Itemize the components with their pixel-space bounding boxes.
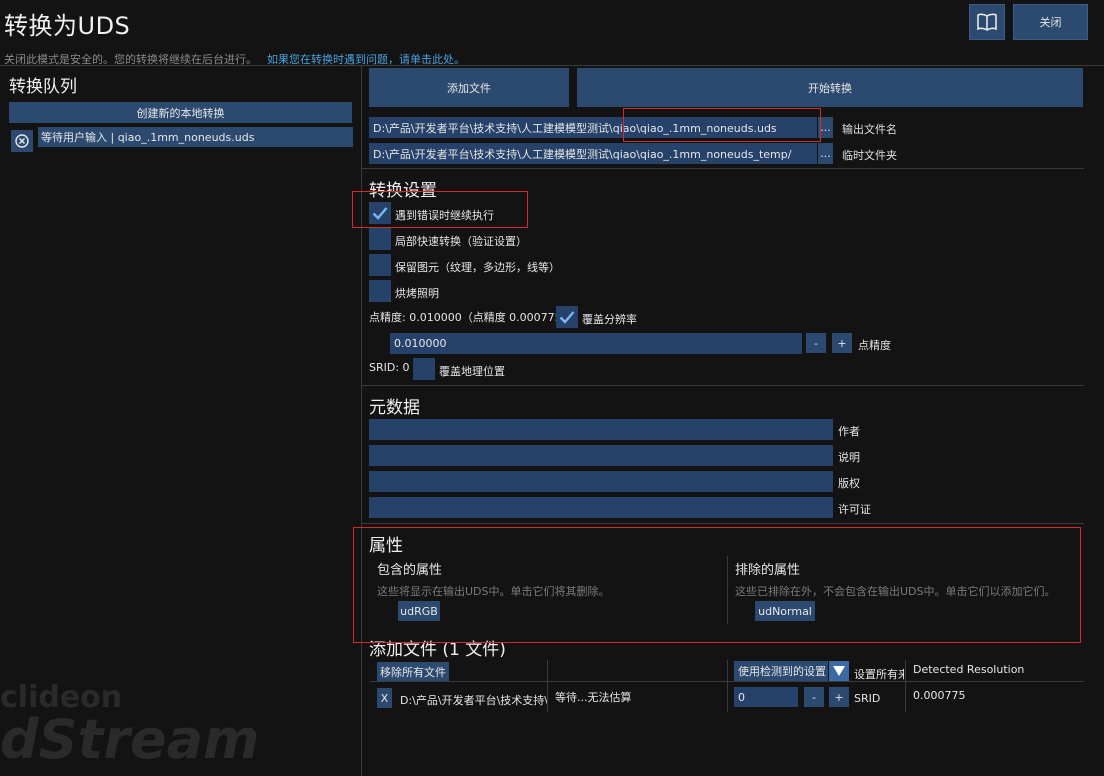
cancel-circle-icon [15,134,29,148]
watermark-brand-line2: dStream [0,708,260,771]
queue-item[interactable]: 等待用户输入 | qiao_.1mm_noneuds.uds [38,127,353,147]
file-path: D:\产品\开发者平台\技术支持\ [400,694,547,707]
excluded-attributes-title: 排除的属性 [735,563,801,578]
attribute-chip-udrgb[interactable]: udRGB [398,601,440,621]
output-label: 输出文件名 [842,123,897,136]
table-column-divider [547,660,548,712]
file-detected-resolution: 0.000775 [913,689,966,702]
table-column-divider [727,660,728,712]
divider [362,385,1084,386]
page-title: 转换为UDS [4,12,131,40]
quick-convert-checkbox[interactable] [369,228,391,250]
license-input[interactable] [369,497,833,518]
override-resolution-checkbox[interactable] [556,306,578,328]
queue-title: 转换队列 [9,77,77,97]
divider [362,168,1084,169]
author-label: 作者 [838,425,860,438]
table-column-divider [905,660,906,712]
included-attributes-title: 包含的属性 [377,563,443,578]
panel-divider [361,66,362,776]
srid-decrease-button[interactable]: - [804,687,824,707]
header-divider [0,65,1104,66]
excluded-attributes-desc: 这些已排除在外，不会包含在输出UDS中。单击它们以添加它们。 [735,585,1056,598]
attributes-title: 属性 [369,536,403,556]
files-title: 添加文件 (1 文件) [369,640,506,660]
bake-lighting-label: 烘烤照明 [395,287,439,300]
file-srid-input[interactable]: 0 [734,687,798,707]
continue-on-error-label: 遇到错误时继续执行 [395,209,494,222]
divider [362,523,1084,524]
keep-primitives-checkbox[interactable] [369,254,391,276]
srid-increase-button[interactable]: + [829,687,849,707]
temp-path-input[interactable]: D:\产品\开发者平台\技术支持\人工建模模型测试\qiao\qiao_.1mm… [369,143,817,164]
point-precision-text: 点精度: 0.010000（点精度 0.000775） [369,311,573,324]
precision-label: 点精度 [858,339,891,352]
temp-browse-button[interactable]: ... [818,143,833,164]
override-resolution-label: 覆盖分辨率 [582,313,637,326]
precision-input[interactable]: 0.010000 [390,333,802,354]
copyright-input[interactable] [369,471,833,492]
new-conversion-button[interactable]: 创建新的本地转换 [9,102,352,123]
check-icon [559,311,575,324]
start-convert-button[interactable]: 开始转换 [577,68,1083,107]
included-attributes-desc: 这些将显示在输出UDS中。单击它们将其删除。 [377,585,610,598]
override-geo-label: 覆盖地理位置 [439,365,505,378]
use-detected-settings-select[interactable]: 使用检测到的设置 [734,661,828,681]
detected-resolution-header: Detected Resolution [913,663,1025,676]
quick-convert-label: 局部快速转换（验证设置） [395,235,527,248]
file-srid-label: SRID [854,692,881,705]
description-input[interactable] [369,445,833,466]
triangle-down-icon [833,666,845,676]
book-icon [977,13,997,31]
dropdown-toggle[interactable] [829,661,849,681]
set-all-label: 设置所有来 [854,668,904,681]
table-header-divider [370,681,1084,682]
override-geo-checkbox[interactable] [413,358,435,380]
remove-file-button[interactable]: X [377,688,392,708]
settings-title: 转换设置 [369,181,437,201]
srid-text: SRID: 0 [369,361,410,374]
attribute-chip-udnormal[interactable]: udNormal [755,601,815,621]
copyright-label: 版权 [838,477,860,490]
precision-increase-button[interactable]: + [832,333,852,353]
help-book-button[interactable] [969,4,1005,40]
continue-on-error-checkbox[interactable] [369,202,391,224]
check-icon [372,207,388,220]
remove-all-files-button[interactable]: 移除所有文件 [377,662,449,682]
file-status: 等待...无法估算 [555,691,632,704]
output-path-input[interactable]: D:\产品\开发者平台\技术支持\人工建模模型测试\qiao\qiao_.1mm… [369,117,817,138]
attributes-divider [727,556,728,624]
temp-label: 临时文件夹 [842,149,897,162]
keep-primitives-label: 保留图元（纹理，多边形，线等） [395,261,560,274]
add-files-button[interactable]: 添加文件 [369,68,569,107]
author-input[interactable] [369,419,833,440]
license-label: 许可证 [838,503,871,516]
output-browse-button[interactable]: ... [818,117,833,138]
description-label: 说明 [838,451,860,464]
metadata-title: 元数据 [369,398,420,418]
bake-lighting-checkbox[interactable] [369,280,391,302]
close-button[interactable]: 关闭 [1013,4,1088,40]
precision-decrease-button[interactable]: - [806,333,826,353]
cancel-job-button[interactable] [11,130,33,152]
